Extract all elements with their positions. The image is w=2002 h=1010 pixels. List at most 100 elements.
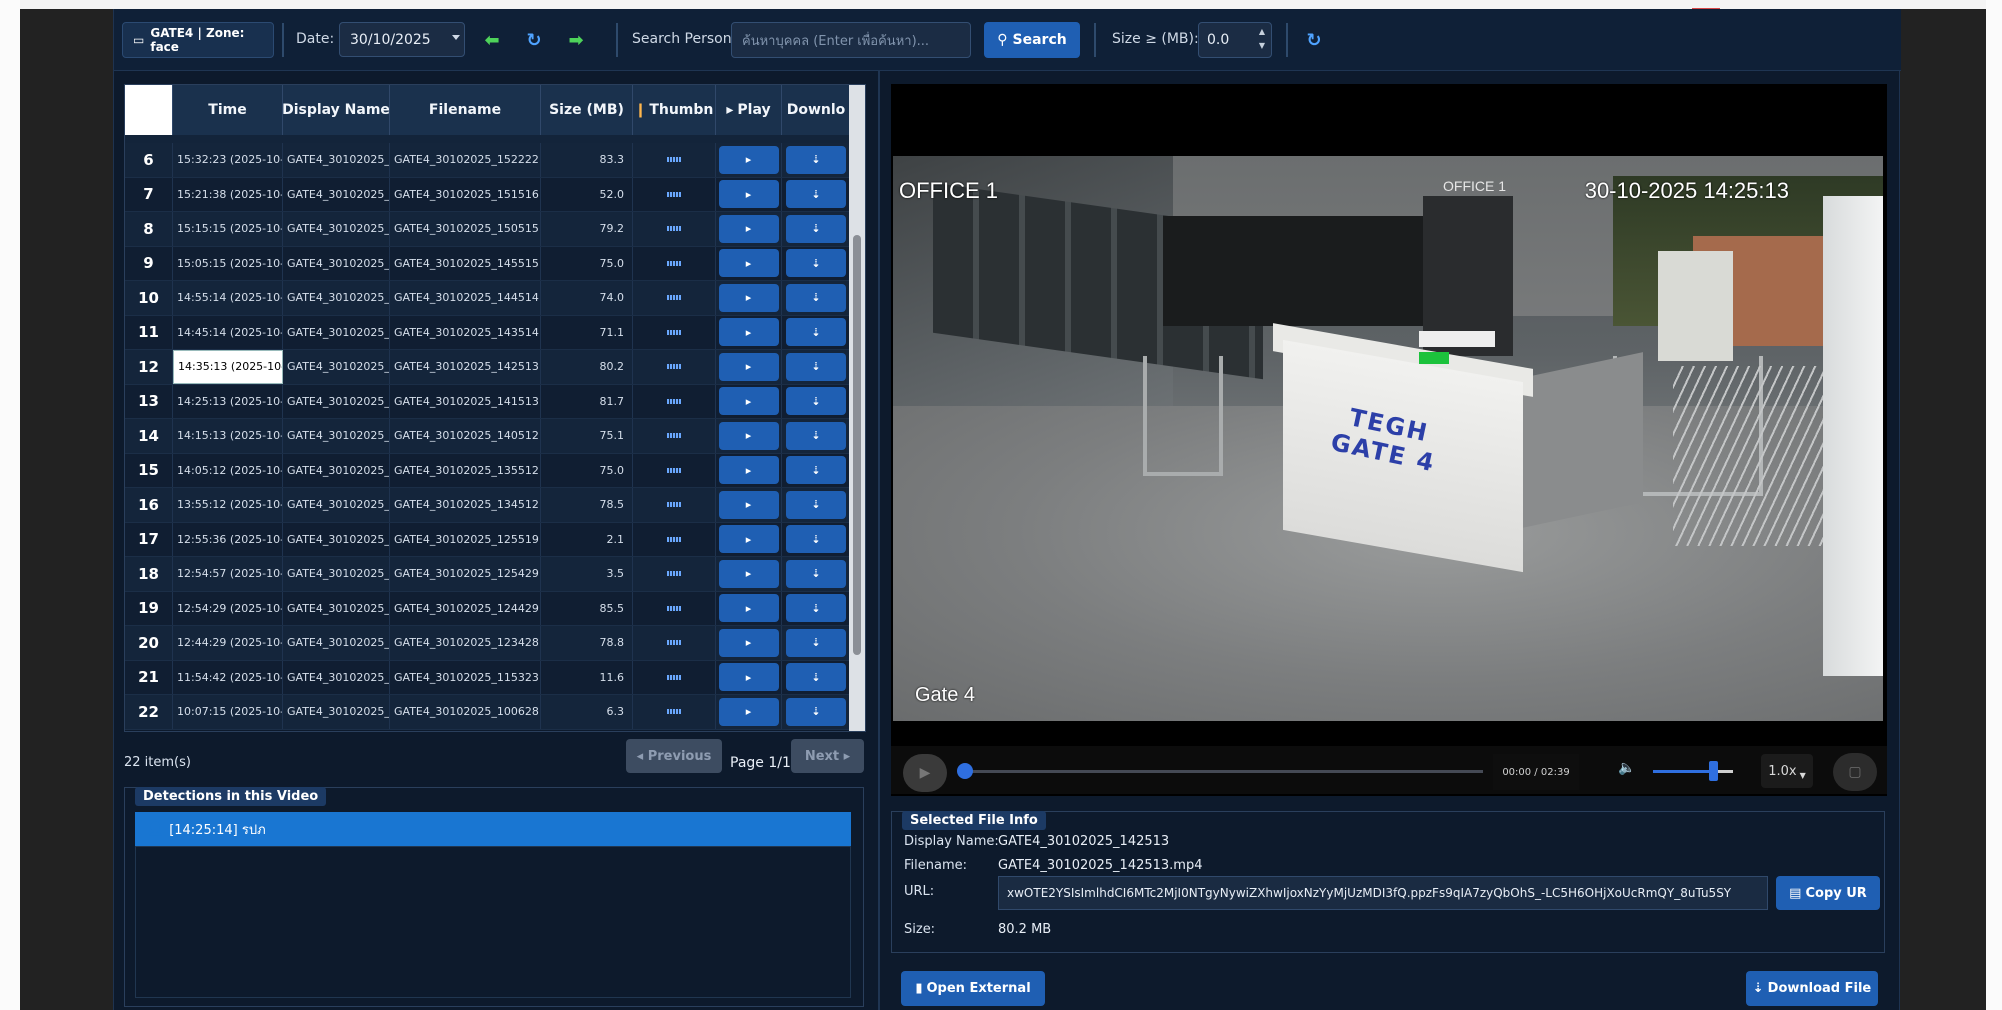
- download-row-button[interactable]: ⇣: [786, 145, 846, 174]
- row-thumbnail[interactable]: [633, 488, 716, 522]
- column-header-display-name[interactable]: Display Name: [283, 85, 390, 135]
- download-row-button[interactable]: ⇣: [786, 387, 846, 416]
- row-thumbnail[interactable]: [633, 315, 716, 349]
- row-thumbnail[interactable]: [633, 143, 716, 177]
- row-time[interactable]: 12:54:57 (2025-10-30): [173, 557, 283, 591]
- table-row[interactable]: 615:32:23 (2025-10-30)GATE4_30102025_...…: [125, 143, 865, 178]
- column-header-time[interactable]: Time: [173, 85, 283, 135]
- volume-icon[interactable]: 🔈: [1618, 760, 1635, 776]
- row-thumbnail[interactable]: [633, 626, 716, 660]
- play-row-button[interactable]: ▸: [718, 180, 779, 209]
- row-thumbnail[interactable]: [633, 350, 716, 384]
- column-header-size[interactable]: Size (MB): [541, 85, 633, 135]
- table-row[interactable]: 2111:54:42 (2025-10-30)GATE4_30102025_..…: [125, 660, 865, 695]
- play-row-button[interactable]: ▸: [718, 559, 779, 588]
- row-time[interactable]: 12:44:29 (2025-10-30): [173, 626, 283, 660]
- row-time[interactable]: 14:35:13 (2025-10-30): [173, 350, 283, 384]
- column-header-index[interactable]: [125, 85, 173, 135]
- prev-day-arrow-icon[interactable]: ⬅: [478, 26, 506, 54]
- row-time[interactable]: 15:21:38 (2025-10-30): [173, 177, 283, 211]
- table-row[interactable]: 1712:55:36 (2025-10-30)GATE4_30102025_..…: [125, 522, 865, 557]
- fullscreen-button[interactable]: ▢: [1833, 753, 1877, 791]
- row-thumbnail[interactable]: [633, 281, 716, 315]
- detection-item[interactable]: 👤 [14:25:14] รปภ: [135, 812, 851, 846]
- row-thumbnail[interactable]: [633, 246, 716, 280]
- column-header-thumbnail[interactable]: ❙ Thumbn: [633, 85, 716, 135]
- row-time[interactable]: 14:05:12 (2025-10-30): [173, 453, 283, 487]
- table-row[interactable]: 2210:07:15 (2025-10-30)GATE4_30102025_..…: [125, 695, 865, 730]
- play-row-button[interactable]: ▸: [718, 628, 779, 657]
- download-row-button[interactable]: ⇣: [786, 456, 846, 485]
- table-row[interactable]: 1114:45:14 (2025-10-30)GATE4_30102025_..…: [125, 315, 865, 350]
- download-file-button[interactable]: ⇣ Download File: [1746, 971, 1878, 1006]
- seek-bar[interactable]: [963, 770, 1483, 773]
- copy-url-button[interactable]: ▤ Copy UR: [1776, 876, 1880, 910]
- download-row-button[interactable]: ⇣: [786, 421, 846, 450]
- row-thumbnail[interactable]: [633, 419, 716, 453]
- row-time[interactable]: 12:54:29 (2025-10-30): [173, 591, 283, 625]
- play-row-button[interactable]: ▸: [718, 249, 779, 278]
- download-row-button[interactable]: ⇣: [786, 663, 846, 692]
- play-row-button[interactable]: ▸: [718, 318, 779, 347]
- table-row[interactable]: 1812:54:57 (2025-10-30)GATE4_30102025_..…: [125, 557, 865, 592]
- row-thumbnail[interactable]: [633, 212, 716, 246]
- table-row[interactable]: 1613:55:12 (2025-10-30)GATE4_30102025_..…: [125, 488, 865, 523]
- previous-page-button[interactable]: ◂ Previous: [626, 739, 722, 773]
- row-time[interactable]: 11:54:42 (2025-10-30): [173, 660, 283, 694]
- row-time[interactable]: 14:45:14 (2025-10-30): [173, 315, 283, 349]
- table-row[interactable]: 1014:55:14 (2025-10-30)GATE4_30102025_..…: [125, 281, 865, 316]
- download-row-button[interactable]: ⇣: [786, 214, 846, 243]
- download-row-button[interactable]: ⇣: [786, 697, 846, 726]
- table-scrollbar-thumb[interactable]: [853, 235, 861, 655]
- play-row-button[interactable]: ▸: [718, 421, 779, 450]
- download-row-button[interactable]: ⇣: [786, 318, 846, 347]
- row-thumbnail[interactable]: [633, 591, 716, 625]
- video-frame[interactable]: TEGH GATE 4 OFFICE 1 OFFICE 1 30-10-2025…: [893, 156, 1883, 721]
- row-time[interactable]: 15:15:15 (2025-10-30): [173, 212, 283, 246]
- table-row[interactable]: 815:15:15 (2025-10-30)GATE4_30102025_...…: [125, 212, 865, 247]
- column-header-filename[interactable]: Filename: [390, 85, 541, 135]
- row-thumbnail[interactable]: [633, 557, 716, 591]
- play-button[interactable]: ▶: [903, 754, 947, 792]
- open-external-button[interactable]: ▮ Open External: [901, 971, 1045, 1006]
- play-row-button[interactable]: ▸: [718, 387, 779, 416]
- play-row-button[interactable]: ▸: [718, 490, 779, 519]
- row-thumbnail[interactable]: [633, 695, 716, 729]
- play-row-button[interactable]: ▸: [718, 663, 779, 692]
- playback-speed-select[interactable]: 1.0x ▼: [1761, 754, 1813, 788]
- download-row-button[interactable]: ⇣: [786, 490, 846, 519]
- chevron-down-icon[interactable]: [452, 35, 460, 40]
- row-time[interactable]: 14:15:13 (2025-10-30): [173, 419, 283, 453]
- table-row[interactable]: 715:21:38 (2025-10-30)GATE4_30102025_...…: [125, 177, 865, 212]
- download-row-button[interactable]: ⇣: [786, 180, 846, 209]
- table-row[interactable]: 1314:25:13 (2025-10-30)GATE4_30102025_..…: [125, 384, 865, 419]
- download-row-button[interactable]: ⇣: [786, 249, 846, 278]
- table-row[interactable]: 1514:05:12 (2025-10-30)GATE4_30102025_..…: [125, 453, 865, 488]
- play-row-button[interactable]: ▸: [718, 214, 779, 243]
- play-row-button[interactable]: ▸: [718, 283, 779, 312]
- download-row-button[interactable]: ⇣: [786, 525, 846, 554]
- table-row[interactable]: 1912:54:29 (2025-10-30)GATE4_30102025_..…: [125, 591, 865, 626]
- search-button[interactable]: ⚲ Search: [984, 22, 1080, 58]
- row-thumbnail[interactable]: [633, 177, 716, 211]
- table-row[interactable]: 1214:35:13 (2025-10-30)GATE4_30102025_..…: [125, 350, 865, 385]
- video-player[interactable]: TEGH GATE 4 OFFICE 1 OFFICE 1 30-10-2025…: [891, 84, 1887, 796]
- row-time[interactable]: 13:55:12 (2025-10-30): [173, 488, 283, 522]
- table-row[interactable]: 915:05:15 (2025-10-30)GATE4_30102025_...…: [125, 246, 865, 281]
- search-person-input[interactable]: ค้นหาบุคคล (Enter เพื่อค้นหา)...: [731, 22, 971, 58]
- table-scrollbar[interactable]: [849, 85, 865, 731]
- refresh-date-icon[interactable]: ↻: [520, 26, 548, 54]
- gate-zone-chip[interactable]: ▭ GATE4 | Zone: face: [122, 22, 274, 58]
- row-thumbnail[interactable]: [633, 453, 716, 487]
- table-row[interactable]: 1414:15:13 (2025-10-30)GATE4_30102025_..…: [125, 419, 865, 454]
- size-stepper[interactable]: ▲ ▼: [1256, 25, 1268, 55]
- row-time[interactable]: 10:07:15 (2025-10-30): [173, 695, 283, 729]
- date-select[interactable]: 30/10/2025: [339, 22, 465, 57]
- seek-handle[interactable]: [957, 763, 973, 779]
- row-time[interactable]: 12:55:36 (2025-10-30): [173, 522, 283, 556]
- volume-handle[interactable]: [1709, 761, 1718, 781]
- column-header-download[interactable]: Downlo: [782, 85, 851, 135]
- row-thumbnail[interactable]: [633, 660, 716, 694]
- play-row-button[interactable]: ▸: [718, 456, 779, 485]
- row-time[interactable]: 15:32:23 (2025-10-30): [173, 143, 283, 177]
